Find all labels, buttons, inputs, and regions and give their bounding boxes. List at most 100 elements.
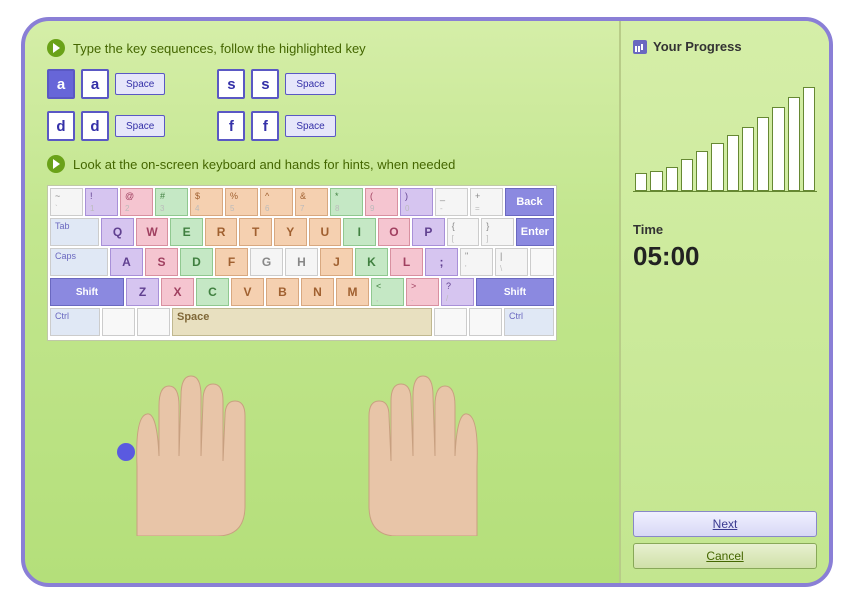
key-9: (9 <box>365 188 398 216</box>
cancel-button[interactable]: Cancel <box>633 543 817 569</box>
chart-bar <box>650 171 662 191</box>
progress-chart <box>633 72 817 192</box>
key-ctrl-r: Ctrl <box>504 308 554 336</box>
seq-space: Space <box>285 73 335 95</box>
time-value: 05:00 <box>633 241 817 272</box>
key-blank <box>102 308 135 336</box>
key-semicolon: ; <box>425 248 458 276</box>
key-v: V <box>231 278 264 306</box>
key-z: Z <box>126 278 159 306</box>
time-label: Time <box>633 222 817 237</box>
key-y: Y <box>274 218 307 246</box>
seq-key-d: d <box>81 111 109 141</box>
key-tilde: ~` <box>50 188 83 216</box>
seq-key-s: s <box>217 69 245 99</box>
key-m: M <box>336 278 369 306</box>
key-ctrl-l: Ctrl <box>50 308 100 336</box>
key-3: #3 <box>155 188 188 216</box>
key-o: O <box>378 218 411 246</box>
key-blank <box>137 308 170 336</box>
key-equals: += <box>470 188 503 216</box>
key-u: U <box>309 218 342 246</box>
chart-bar <box>666 167 678 191</box>
key-5: %5 <box>225 188 258 216</box>
key-w: W <box>136 218 169 246</box>
key-shift-r: Shift <box>476 278 554 306</box>
key-blank <box>434 308 467 336</box>
key-space: Space <box>172 308 432 336</box>
key-x: X <box>161 278 194 306</box>
key-s: S <box>145 248 178 276</box>
key-j: J <box>320 248 353 276</box>
key-d: D <box>180 248 213 276</box>
chart-bar <box>803 87 815 191</box>
chart-icon <box>633 40 647 54</box>
key-6: ^6 <box>260 188 293 216</box>
key-minus: _- <box>435 188 468 216</box>
sequence-grid: a a Space s s Space d d Space f f Space <box>47 69 601 141</box>
key-e: E <box>170 218 203 246</box>
key-p: P <box>412 218 445 246</box>
key-caps: Caps <box>50 248 108 276</box>
key-bracket-l: {[ <box>447 218 480 246</box>
chart-bar <box>727 135 739 191</box>
seq-key-f: f <box>251 111 279 141</box>
chart-bar <box>635 173 647 191</box>
key-i: I <box>343 218 376 246</box>
seq-space: Space <box>285 115 335 137</box>
next-button[interactable]: Next <box>633 511 817 537</box>
side-panel: Your Progress Time 05:00 Next Cancel <box>619 21 829 583</box>
seq-space: Space <box>115 73 165 95</box>
chart-bar <box>681 159 693 191</box>
key-f: F <box>215 248 248 276</box>
chart-bar <box>757 117 769 191</box>
key-t: T <box>239 218 272 246</box>
key-g: G <box>250 248 283 276</box>
main-panel: Type the key sequences, follow the highl… <box>25 21 619 583</box>
key-7: &7 <box>295 188 328 216</box>
chart-bar <box>788 97 800 191</box>
key-bracket-r: }] <box>481 218 514 246</box>
key-r: R <box>205 218 238 246</box>
right-hand-icon <box>337 346 507 541</box>
key-4: $4 <box>190 188 223 216</box>
key-enter: Enter <box>516 218 554 246</box>
key-backslash: |\ <box>495 248 528 276</box>
chart-bar <box>711 143 723 191</box>
key-1: !1 <box>85 188 118 216</box>
key-8: *8 <box>330 188 363 216</box>
key-2: @2 <box>120 188 153 216</box>
sequence-row: d d Space f f Space <box>47 111 336 141</box>
key-n: N <box>301 278 334 306</box>
onscreen-keyboard: ~` !1 @2 #3 $4 %5 ^6 &7 *8 (9 )0 _- += B… <box>47 185 557 341</box>
progress-title: Your Progress <box>653 39 742 54</box>
app-frame: ✕ Type the key sequences, follow the hig… <box>21 17 833 587</box>
seq-key-a-active: a <box>47 69 75 99</box>
key-h: H <box>285 248 318 276</box>
chart-bar <box>772 107 784 191</box>
seq-key-f: f <box>217 111 245 141</box>
key-0: )0 <box>400 188 433 216</box>
left-hand-icon <box>107 346 277 541</box>
key-q: Q <box>101 218 134 246</box>
chart-bar <box>742 127 754 191</box>
seq-key-d: d <box>47 111 75 141</box>
key-shift-l: Shift <box>50 278 124 306</box>
key-c: C <box>196 278 229 306</box>
key-a: A <box>110 248 143 276</box>
button-group: Next Cancel <box>633 505 817 569</box>
key-k: K <box>355 248 388 276</box>
key-slash: ?/ <box>441 278 474 306</box>
play-icon <box>47 39 65 57</box>
play-icon <box>47 155 65 173</box>
instruction-2: Look at the on-screen keyboard and hands… <box>47 155 601 173</box>
key-tab: Tab <box>50 218 99 246</box>
key-comma: <, <box>371 278 404 306</box>
instruction-1: Type the key sequences, follow the highl… <box>47 39 601 57</box>
key-quote: "' <box>460 248 493 276</box>
progress-header: Your Progress <box>633 39 817 54</box>
hands-area <box>47 351 601 521</box>
instruction-2-text: Look at the on-screen keyboard and hands… <box>73 157 455 172</box>
seq-key-s: s <box>251 69 279 99</box>
key-blank <box>530 248 554 276</box>
